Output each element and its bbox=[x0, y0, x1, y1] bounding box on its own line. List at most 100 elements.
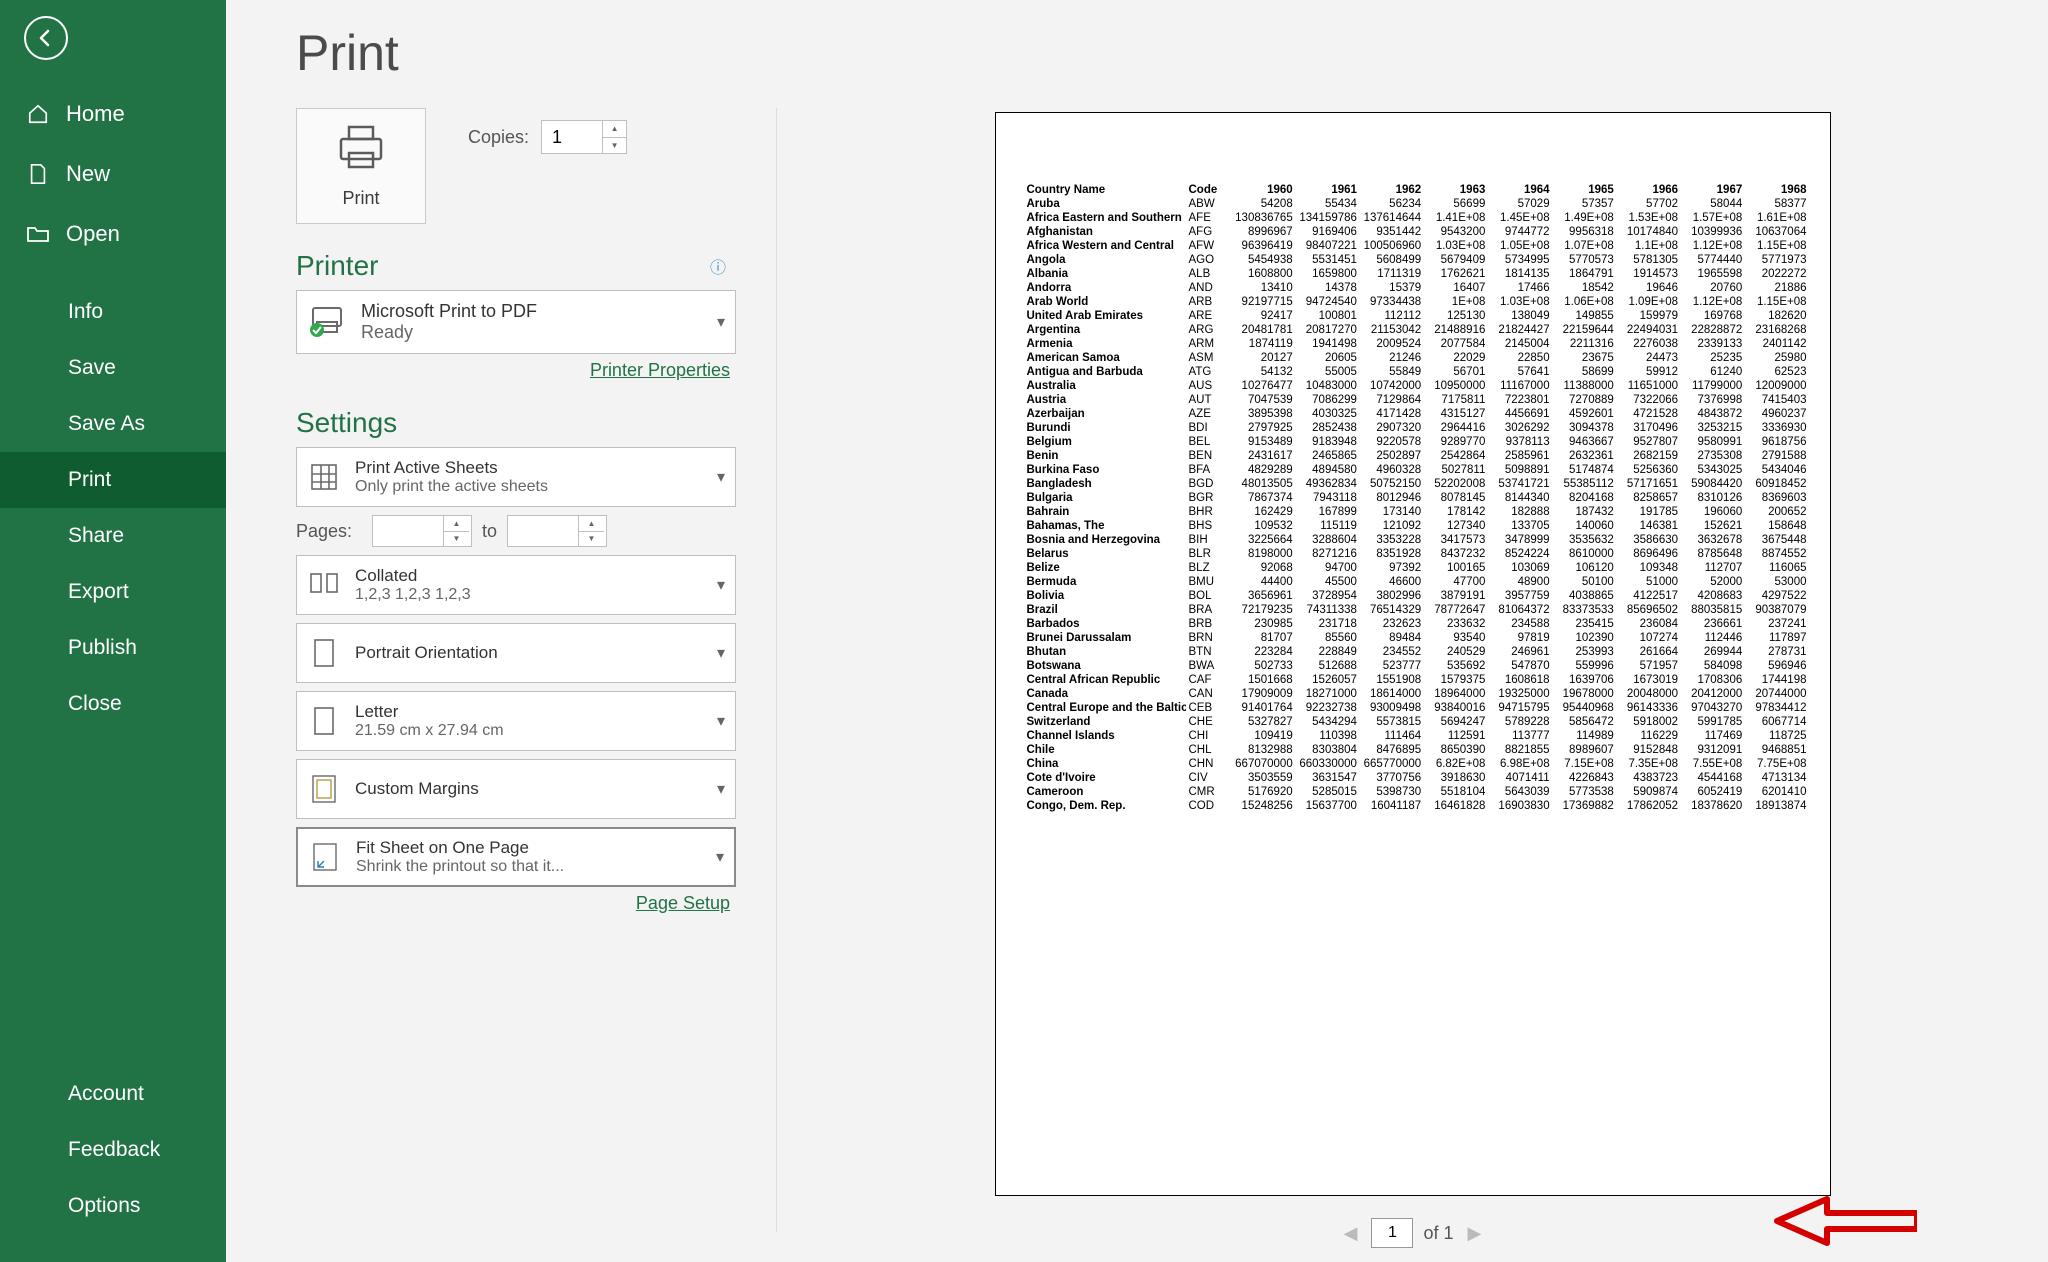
up-icon[interactable]: ▲ bbox=[444, 516, 469, 532]
nav-label: Info bbox=[68, 300, 103, 324]
paper-size-select[interactable]: Letter 21.59 cm x 27.94 cm ▾ bbox=[296, 691, 736, 751]
portrait-icon bbox=[307, 638, 341, 668]
page-title: Print bbox=[296, 24, 2048, 82]
copies-label: Copies: bbox=[468, 127, 529, 148]
chevron-down-icon: ▾ bbox=[716, 847, 724, 867]
printer-ready-icon bbox=[307, 300, 347, 345]
chevron-down-icon: ▾ bbox=[717, 711, 725, 731]
divider bbox=[776, 108, 777, 1232]
page-count-label: of 1 bbox=[1423, 1223, 1453, 1244]
file-icon bbox=[26, 163, 50, 185]
pages-to-input[interactable] bbox=[508, 516, 578, 546]
nav-label: Home bbox=[66, 101, 125, 127]
nav-label: Export bbox=[68, 580, 129, 604]
copies-up[interactable]: ▲ bbox=[603, 121, 626, 138]
setting-title: Custom Margins bbox=[355, 779, 479, 799]
preview-page: Country NameCode196019611962196319641965… bbox=[995, 112, 1831, 1196]
nav-label: Save bbox=[68, 356, 116, 380]
nav-new[interactable]: New bbox=[0, 144, 226, 204]
printer-icon bbox=[335, 123, 387, 176]
setting-title: Letter bbox=[355, 702, 504, 722]
nav-label: Publish bbox=[68, 636, 137, 660]
pages-to-label: to bbox=[482, 521, 497, 542]
nav-options[interactable]: Options bbox=[0, 1178, 226, 1234]
settings-heading: Settings bbox=[296, 407, 736, 439]
setting-title: Collated bbox=[355, 566, 471, 586]
backstage-sidebar: Home New Open Info Save Save As Print Sh… bbox=[0, 0, 226, 1262]
home-icon bbox=[26, 103, 50, 125]
up-icon[interactable]: ▲ bbox=[579, 516, 604, 532]
collated-icon bbox=[307, 572, 341, 598]
nav-label: Print bbox=[68, 468, 111, 492]
back-button[interactable] bbox=[24, 16, 68, 60]
pages-from-input[interactable] bbox=[373, 516, 443, 546]
nav-label: Account bbox=[68, 1082, 144, 1106]
setting-title: Print Active Sheets bbox=[355, 458, 548, 478]
down-icon[interactable]: ▼ bbox=[579, 532, 604, 547]
annotation-arrow-icon bbox=[1767, 1193, 1917, 1254]
scaling-select[interactable]: Fit Sheet on One Page Shrink the printou… bbox=[296, 827, 736, 887]
collation-select[interactable]: Collated 1,2,3 1,2,3 1,2,3 ▾ bbox=[296, 555, 736, 615]
nav-label: Save As bbox=[68, 412, 145, 436]
preview-table: Country NameCode196019611962196319641965… bbox=[1024, 183, 1810, 813]
nav-feedback[interactable]: Feedback bbox=[0, 1122, 226, 1178]
nav-open[interactable]: Open bbox=[0, 204, 226, 264]
print-settings-column: Print Copies: ▲ ▼ Print bbox=[226, 108, 736, 1262]
folder-open-icon bbox=[26, 224, 50, 244]
pages-label: Pages: bbox=[296, 521, 362, 542]
margins-select[interactable]: Custom Margins ▾ bbox=[296, 759, 736, 819]
nav-home[interactable]: Home bbox=[0, 84, 226, 144]
sheets-icon bbox=[307, 462, 341, 492]
nav-export[interactable]: Export bbox=[0, 564, 226, 620]
chevron-down-icon: ▾ bbox=[717, 643, 725, 663]
nav-info[interactable]: Info bbox=[0, 284, 226, 340]
chevron-down-icon: ▾ bbox=[717, 467, 725, 487]
printer-name: Microsoft Print to PDF bbox=[361, 301, 537, 322]
copies-down[interactable]: ▼ bbox=[603, 138, 626, 154]
nav-saveas[interactable]: Save As bbox=[0, 396, 226, 452]
nav-save[interactable]: Save bbox=[0, 340, 226, 396]
print-button-label: Print bbox=[342, 188, 379, 209]
fit-page-icon bbox=[308, 842, 342, 872]
orientation-select[interactable]: Portrait Orientation ▾ bbox=[296, 623, 736, 683]
prev-page-button[interactable]: ◀ bbox=[1340, 1219, 1362, 1248]
nav-print[interactable]: Print bbox=[0, 452, 226, 508]
nav-label: Share bbox=[68, 524, 124, 548]
nav-label: Open bbox=[66, 221, 120, 247]
pages-to-spinner[interactable]: ▲▼ bbox=[507, 515, 607, 547]
down-icon[interactable]: ▼ bbox=[444, 532, 469, 547]
info-icon[interactable]: ⓘ bbox=[710, 254, 726, 278]
nav-label: Close bbox=[68, 692, 122, 716]
chevron-down-icon: ▾ bbox=[717, 575, 725, 595]
setting-sub: 21.59 cm x 27.94 cm bbox=[355, 722, 504, 740]
printer-status: Ready bbox=[361, 322, 537, 343]
setting-sub: Shrink the printout so that it... bbox=[356, 858, 564, 876]
nav-label: Options bbox=[68, 1194, 140, 1218]
print-button[interactable]: Print bbox=[296, 108, 426, 224]
setting-sub: Only print the active sheets bbox=[355, 478, 548, 496]
copies-spinner[interactable]: ▲ ▼ bbox=[541, 120, 627, 154]
nav-share[interactable]: Share bbox=[0, 508, 226, 564]
nav-close[interactable]: Close bbox=[0, 676, 226, 732]
nav-label: New bbox=[66, 161, 110, 187]
printer-select[interactable]: Microsoft Print to PDF Ready ▾ bbox=[296, 290, 736, 354]
print-what-select[interactable]: Print Active Sheets Only print the activ… bbox=[296, 447, 736, 507]
print-preview-pane: Country NameCode196019611962196319641965… bbox=[807, 108, 2048, 1262]
chevron-down-icon: ▾ bbox=[717, 779, 725, 799]
pages-from-spinner[interactable]: ▲▼ bbox=[372, 515, 472, 547]
margins-icon bbox=[307, 774, 341, 804]
setting-title: Fit Sheet on One Page bbox=[356, 838, 564, 858]
nav-account[interactable]: Account bbox=[0, 1066, 226, 1122]
copies-input[interactable] bbox=[542, 121, 602, 153]
printer-heading: Printer ⓘ bbox=[296, 250, 736, 282]
page-icon bbox=[307, 706, 341, 736]
setting-title: Portrait Orientation bbox=[355, 643, 498, 663]
printer-properties-link[interactable]: Printer Properties bbox=[590, 360, 730, 381]
chevron-down-icon: ▾ bbox=[717, 312, 725, 332]
page-number-input[interactable] bbox=[1371, 1218, 1413, 1248]
setting-sub: 1,2,3 1,2,3 1,2,3 bbox=[355, 586, 471, 604]
next-page-button[interactable]: ▶ bbox=[1464, 1219, 1486, 1248]
page-setup-link[interactable]: Page Setup bbox=[636, 893, 730, 914]
nav-publish[interactable]: Publish bbox=[0, 620, 226, 676]
nav-label: Feedback bbox=[68, 1138, 160, 1162]
